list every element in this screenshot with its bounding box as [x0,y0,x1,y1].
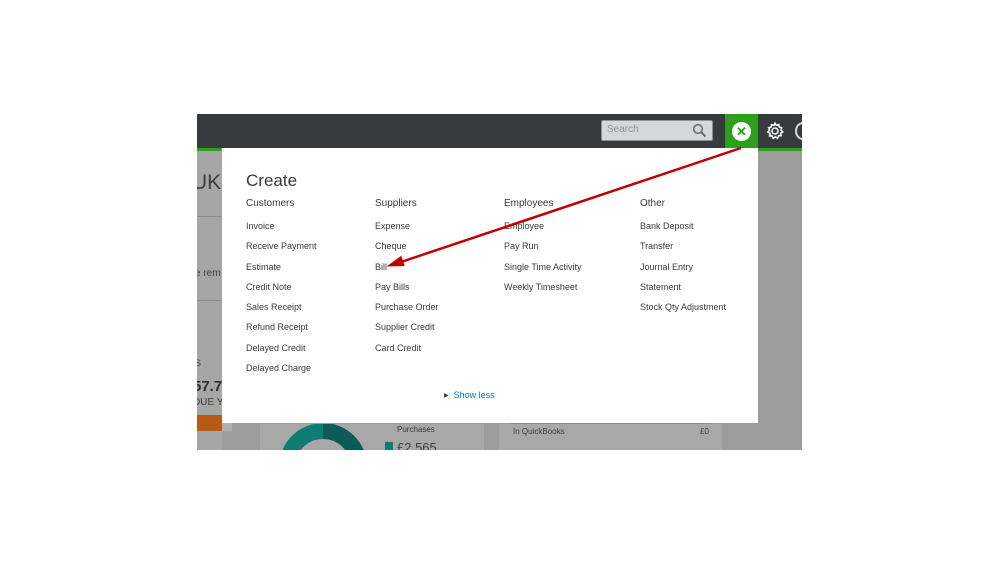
legend-swatch [385,442,393,450]
menu-item-journal-entry[interactable]: Journal Entry [640,262,726,272]
menu-item-expense[interactable]: Expense [375,221,439,231]
menu-item-stock-qty-adjustment[interactable]: Stock Qty Adjustment [640,302,726,312]
close-icon[interactable]: ✕ [732,122,751,141]
menu-item-invoice[interactable]: Invoice [246,221,317,231]
create-menu: Create Customers Invoice Receive Payment… [222,148,758,423]
column-heading: Suppliers [375,198,417,209]
purchases-value: £2,565 [397,440,437,450]
menu-item-cheque[interactable]: Cheque [375,241,439,251]
triangle-right-icon: ▶ [444,393,449,399]
menu-item-weekly-timesheet[interactable]: Weekly Timesheet [504,282,582,292]
gear-icon[interactable] [765,121,785,141]
show-less-link[interactable]: ▶ Show less [444,390,495,400]
show-less-label: Show less [453,390,495,400]
menu-item-sales-receipt[interactable]: Sales Receipt [246,302,317,312]
create-button[interactable]: ✕ [725,114,758,151]
menu-item-bill[interactable]: Bill [375,262,439,272]
menu-item-pay-bills[interactable]: Pay Bills [375,282,439,292]
in-quickbooks-value: £0 [700,427,709,436]
column-heading: Customers [246,198,295,209]
menu-item-single-time-activity[interactable]: Single Time Activity [504,262,582,272]
background-company-title: UK [197,171,222,194]
search-icon[interactable] [692,123,707,138]
menu-item-bank-deposit[interactable]: Bank Deposit [640,221,726,231]
in-quickbooks-label: In QuickBooks [513,427,565,436]
accent-strip [758,148,802,151]
menu-item-supplier-credit[interactable]: Supplier Credit [375,322,439,332]
menu-item-delayed-charge[interactable]: Delayed Charge [246,363,317,373]
menu-item-delayed-credit[interactable]: Delayed Credit [246,343,317,353]
menu-item-card-credit[interactable]: Card Credit [375,343,439,353]
menu-item-credit-note[interactable]: Credit Note [246,282,317,292]
employees-column: Employees Employee Pay Run Single Time A… [504,198,582,302]
other-column: Other Bank Deposit Transfer Journal Entr… [640,198,726,322]
expenses-donut-chart [282,424,364,450]
suppliers-column: Suppliers Expense Cheque Bill Pay Bills … [375,198,439,363]
background-progress-bar [197,415,222,431]
search-placeholder: Search [607,124,639,135]
search-input[interactable]: Search [601,120,713,141]
divider [511,423,711,424]
divider [197,216,222,217]
background-progress-track [222,422,232,431]
menu-item-transfer[interactable]: Transfer [640,241,726,251]
menu-item-employee[interactable]: Employee [504,221,582,231]
menu-item-statement[interactable]: Statement [640,282,726,292]
menu-item-receive-payment[interactable]: Receive Payment [246,241,317,251]
purchases-label: Purchases [397,425,435,434]
background-text: S [197,358,202,368]
menu-item-purchase-order[interactable]: Purchase Order [375,302,439,312]
background-amount: 57.7 [197,378,223,395]
create-menu-title: Create [246,171,298,190]
background-text: e rem [197,268,221,279]
column-heading: Employees [504,198,554,209]
menu-item-pay-run[interactable]: Pay Run [504,241,582,251]
customers-column: Customers Invoice Receive Payment Estima… [246,198,317,383]
column-heading: Other [640,198,666,209]
menu-item-refund-receipt[interactable]: Refund Receipt [246,322,317,332]
divider [197,300,222,301]
background-due-label: DUE Y [197,397,224,408]
menu-item-estimate[interactable]: Estimate [246,262,317,272]
